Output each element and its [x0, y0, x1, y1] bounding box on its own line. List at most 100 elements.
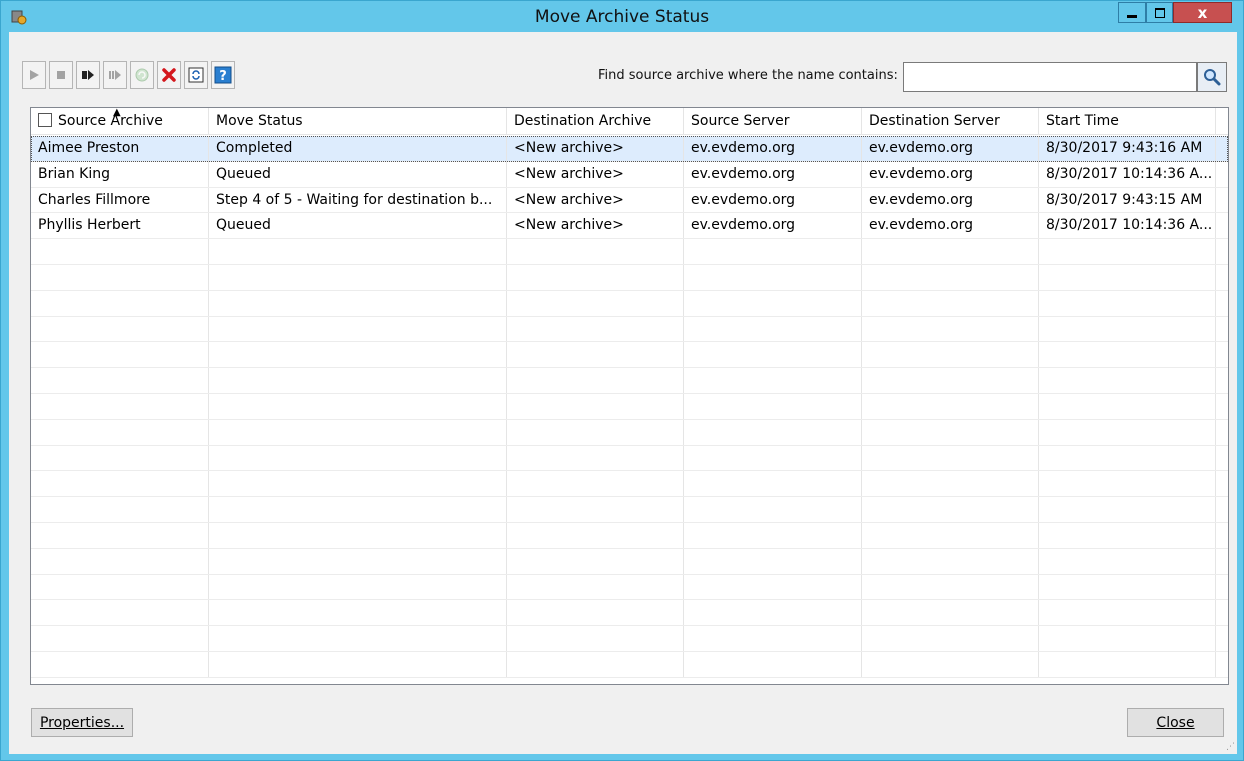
table-cell	[507, 548, 684, 574]
table-cell	[1039, 419, 1216, 445]
table-cell	[1216, 600, 1228, 625]
step-forward-icon	[82, 70, 94, 80]
table-cell	[1039, 548, 1216, 574]
table-cell	[1216, 652, 1228, 677]
table-row-empty	[31, 239, 1228, 265]
skip-forward-icon	[109, 70, 121, 80]
select-all-checkbox[interactable]	[38, 113, 52, 127]
table-cell: ev.evdemo.org	[862, 187, 1039, 213]
resize-grip[interactable]: ⋰	[1226, 742, 1235, 752]
table-cell	[507, 264, 684, 290]
table-cell	[684, 290, 862, 316]
table-cell	[31, 522, 209, 548]
table-cell	[31, 342, 209, 368]
table-cell: <New archive>	[507, 161, 684, 187]
table-row-empty	[31, 342, 1228, 369]
table-cell	[1039, 368, 1216, 393]
table-cell	[209, 368, 507, 393]
table-cell	[862, 626, 1039, 651]
table-cell	[31, 368, 209, 393]
table-row[interactable]: Charles Fillmore Step 4 of 5 - Waiting fo…	[31, 187, 1228, 214]
table-cell: ev.evdemo.org	[862, 213, 1039, 239]
table-cell	[209, 626, 507, 651]
table-cell	[31, 651, 209, 677]
table-row-empty	[31, 445, 1228, 472]
find-button[interactable]	[1197, 62, 1227, 92]
table-cell: <New archive>	[507, 213, 684, 239]
table-cell	[209, 497, 507, 522]
find-source-archive-input[interactable]	[903, 62, 1197, 92]
table-cell	[1216, 342, 1228, 367]
table-cell	[862, 264, 1039, 290]
column-header-destination-archive[interactable]: Destination Archive	[507, 108, 684, 135]
table-cell	[31, 239, 209, 264]
table-cell: Completed	[209, 136, 507, 161]
column-header-source-server[interactable]: Source Server	[684, 108, 862, 135]
table-cell	[1216, 471, 1228, 496]
table-cell	[684, 264, 862, 290]
retry-button[interactable]	[130, 61, 154, 89]
table-row-empty	[31, 626, 1228, 652]
table-cell	[31, 290, 209, 316]
table-cell	[31, 626, 209, 651]
table-cell	[1216, 162, 1228, 187]
table-row[interactable]: Phyllis Herbert Queued <New archive> ev.evd…	[31, 213, 1228, 240]
table-row-empty	[31, 600, 1228, 627]
column-header-source-archive[interactable]: Source Archive ▲	[31, 108, 209, 135]
stop-icon	[57, 71, 65, 79]
table-cell	[209, 445, 507, 471]
table-cell	[862, 368, 1039, 393]
move-archive-table[interactable]: Source Archive ▲ Move Status Destination…	[30, 107, 1229, 685]
table-cell	[1216, 265, 1228, 290]
table-row[interactable]: Aimee Preston Completed <New archive> ev.ev…	[31, 136, 1228, 162]
close-window-button[interactable]: x	[1173, 2, 1232, 23]
play-button[interactable]	[22, 61, 46, 89]
table-cell	[31, 316, 209, 342]
table-row-empty	[31, 574, 1228, 601]
table-cell	[1216, 420, 1228, 445]
step-forward-button[interactable]	[76, 61, 100, 89]
table-cell	[684, 600, 862, 626]
table-cell	[31, 471, 209, 497]
stop-button[interactable]	[49, 61, 73, 89]
column-header-move-status[interactable]: Move Status	[209, 108, 507, 135]
refresh-button[interactable]	[184, 61, 208, 89]
table-cell	[1216, 213, 1228, 238]
table-cell	[31, 600, 209, 626]
table-cell: 8/30/2017 10:14:36 A...	[1039, 161, 1216, 187]
table-cell	[1039, 290, 1216, 316]
table-row[interactable]: Brian King Queued <New archive> ev.evdemo.o…	[31, 161, 1228, 188]
play-icon	[30, 70, 39, 80]
help-button[interactable]: ?	[211, 61, 235, 89]
delete-button[interactable]	[157, 61, 181, 89]
maximize-button[interactable]	[1146, 2, 1173, 23]
table-cell: 8/30/2017 10:14:36 A...	[1039, 213, 1216, 239]
table-cell	[1216, 188, 1228, 213]
table-cell	[1039, 626, 1216, 651]
table-cell	[507, 651, 684, 677]
table-row-empty	[31, 471, 1228, 498]
table-cell	[1039, 239, 1216, 264]
table-cell	[1216, 549, 1228, 574]
table-cell	[31, 574, 209, 600]
table-cell	[1216, 136, 1228, 161]
column-header-start-time[interactable]: Start Time	[1039, 108, 1216, 135]
skip-forward-button[interactable]	[103, 61, 127, 89]
properties-button[interactable]: Properties...	[31, 708, 133, 737]
help-icon: ?	[214, 66, 232, 84]
minimize-button[interactable]	[1118, 2, 1146, 23]
table-cell	[209, 342, 507, 368]
table-cell	[862, 548, 1039, 574]
table-cell	[31, 548, 209, 574]
table-row-empty	[31, 522, 1228, 549]
table-cell	[209, 548, 507, 574]
column-header-destination-server[interactable]: Destination Server	[862, 108, 1039, 135]
table-cell	[209, 522, 507, 548]
title-bar[interactable]: Move Archive Status x	[1, 1, 1243, 32]
table-row-empty	[31, 548, 1228, 575]
table-cell	[684, 471, 862, 497]
table-cell	[684, 342, 862, 368]
close-button[interactable]: Close	[1127, 708, 1224, 737]
toolbar: ?	[22, 61, 235, 91]
table-row-empty	[31, 419, 1228, 446]
